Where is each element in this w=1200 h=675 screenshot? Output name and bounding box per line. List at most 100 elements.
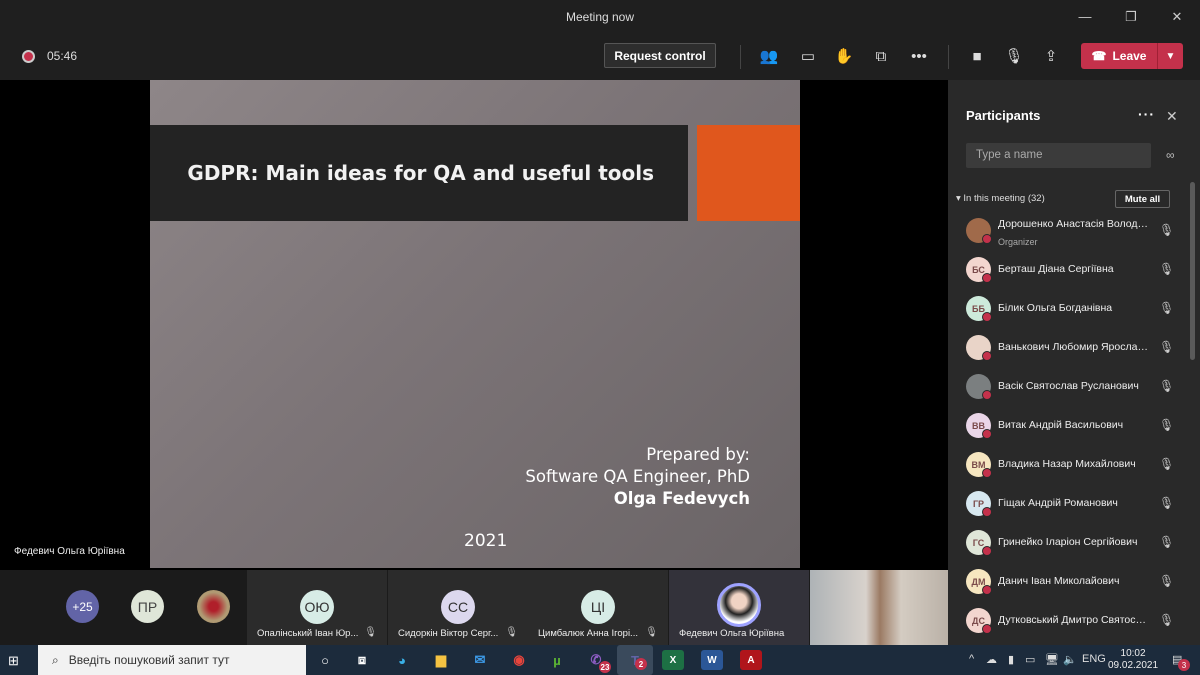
video-tile[interactable]: ЦІ Цимбалюк Анна Ігорі... 🎙 [528,570,668,645]
participant-row[interactable]: ДМ Данич Іван Миколайович 🎙 [966,566,1181,596]
participant-row[interactable]: Ванькович Любомир Ярославович 🎙 [966,332,1181,362]
share-invite-link-icon[interactable]: ∞ [1166,148,1175,162]
chrome-icon[interactable]: ◉ [508,650,530,670]
presence-busy-icon [982,507,992,517]
mail-icon[interactable]: ✉ [469,650,491,670]
edge-icon[interactable]: ◕ [391,650,413,670]
participant-row[interactable]: ВМ Владика Назар Михайлович 🎙 [966,449,1181,479]
participant-name: Сидоркін Віктор Серг... [398,628,499,639]
file-explorer-icon[interactable]: ▆ [430,650,452,670]
utorrent-icon[interactable]: µ [546,650,568,670]
video-tile-speaking[interactable]: Федевич Ольга Юріївна [669,570,809,645]
divider [740,45,741,69]
participant-row[interactable]: ВВ Витак Андрій Васильович 🎙 [966,410,1181,440]
microphone-icon[interactable]: ▮ [1008,653,1014,666]
mute-all-button[interactable]: Mute all [1115,190,1170,208]
minimize-button[interactable]: — [1062,0,1108,33]
mic-muted-icon[interactable]: 🎙 [1159,418,1174,432]
raise-hand-icon[interactable]: ✋ [833,45,855,67]
participant-row[interactable]: БС Берташ Діана Сергіївна 🎙 [966,254,1181,284]
in-meeting-section-toggle[interactable]: ▾ In this meeting (32) [956,193,1045,204]
mic-muted-icon[interactable]: 🎙 [1159,223,1174,237]
acrobat-icon[interactable]: A [740,650,762,670]
slide-author-block: Prepared by: Software QA Engineer, PhD O… [525,444,750,510]
viber-icon[interactable]: ✆ 23 [585,650,611,673]
participant-row[interactable]: ДСДутковський Дмитро Святославович🎙 [966,605,1181,635]
window-title: Meeting now [565,9,635,24]
avatar: ОЮ [300,590,334,624]
close-icon[interactable]: ✕ [1166,108,1178,125]
restore-button[interactable]: ❐ [1108,0,1154,33]
more-actions-icon[interactable]: ••• [908,45,930,67]
participant-row[interactable]: Дорошенко Анастасія Володимирівна Organiz… [966,215,1181,247]
clock[interactable]: 10:02 09.02.2021 [1108,648,1158,672]
excel-icon[interactable]: X [662,650,684,670]
time: 10:02 [1120,648,1146,659]
more-options-icon[interactable]: ··· [1138,106,1155,122]
taskbar-search-input[interactable]: ⌕ Введіть пошуковий запит тут [38,645,306,675]
participant-name: Білик Ольга Богданівна [998,302,1113,314]
divider [948,45,949,69]
avatar-photo[interactable] [197,590,230,623]
participant-name: Берташ Діана Сергіївна [998,263,1114,275]
mic-muted-icon[interactable]: 🎙 [1159,574,1174,588]
mic-muted-icon[interactable]: 🎙 [1159,613,1174,627]
chat-icon[interactable]: ▭ [797,45,819,67]
mic-muted-icon[interactable]: 🎙 [1159,301,1174,315]
participant-name: Гіщак Андрій Романович [998,497,1118,509]
show-hidden-icons[interactable]: ^ [969,653,974,665]
cortana-icon[interactable]: ○ [314,650,336,670]
participant-name: Цимбалюк Анна Ігорі... [538,628,638,639]
teams-icon[interactable]: T2 [617,645,653,675]
chevron-down-icon[interactable]: ▼ [1157,43,1183,69]
leave-button[interactable]: ☎ Leave ▼ [1081,43,1183,69]
phone-icon: ☎ [1091,49,1107,63]
notifications-icon[interactable]: ▤ 3 [1172,653,1190,671]
participant-row[interactable]: ББ Білик Ольга Богданівна 🎙 [966,293,1181,323]
word-icon[interactable]: W [701,650,723,670]
more-participants-button[interactable]: +25 [66,590,99,623]
mic-muted-icon: 🎙 [645,627,658,638]
participant-name: Данич Іван Миколайович [998,575,1120,587]
search-icon: ⌕ [52,652,59,667]
participant-role: Organizer [998,237,1038,247]
mic-muted-icon[interactable]: 🎙 [1159,262,1174,276]
close-window-button[interactable]: ✕ [1154,0,1200,33]
scrollbar[interactable] [1190,182,1195,360]
volume-icon[interactable]: 🔈 [1063,653,1077,666]
search-placeholder: Введіть пошуковий запит тут [68,653,230,667]
video-tile[interactable]: ОЮ Опалінський Іван Юр... 🎙 [247,570,387,645]
camera-icon[interactable]: ■ [966,45,988,67]
share-screen-icon[interactable]: ⇪ [1040,45,1062,67]
participant-row[interactable]: ГР Гіщак Андрій Романович 🎙 [966,488,1181,518]
mic-muted-icon[interactable]: 🎙 [1003,45,1025,67]
mic-muted-icon[interactable]: 🎙 [1159,457,1174,471]
mic-muted-icon[interactable]: 🎙 [1159,379,1174,393]
rooms-icon[interactable]: ⧉ [870,45,892,67]
mic-muted-icon[interactable]: 🎙 [1159,535,1174,549]
avatar[interactable]: ПР [131,590,164,623]
video-tile[interactable]: СС Сидоркін Віктор Серг... 🎙 [388,570,528,645]
task-view-icon[interactable]: ⧈ [351,650,373,670]
mic-muted-icon[interactable]: 🎙 [1159,340,1174,354]
participant-row[interactable]: Васік Святослав Русланович 🎙 [966,371,1181,401]
participant-search-input[interactable]: Type a name [966,143,1151,168]
network-icon[interactable]: 🖥 [1045,653,1059,666]
presence-busy-icon [982,624,992,634]
participants-icon[interactable]: 👥 [758,45,780,67]
presence-busy-icon [982,351,992,361]
request-control-button[interactable]: Request control [604,43,716,68]
windows-taskbar: ⊞ ⌕ Введіть пошуковий запит тут ○ ⧈ ◕ ▆ ✉… [0,645,1200,675]
slide-year: 2021 [464,531,508,551]
avatar: ЦІ [581,590,615,624]
onedrive-icon[interactable]: ☁ [986,653,997,666]
mic-muted-icon[interactable]: 🎙 [1159,496,1174,510]
meeting-toolbar: 05:46 Request control 👥 ▭ ✋ ⧉ ••• ■ 🎙 ⇪ … [0,33,1200,80]
windows-start-icon[interactable]: ⊞ [8,653,19,669]
presence-busy-icon [982,390,992,400]
battery-icon[interactable]: ▭ [1025,653,1035,666]
presence-busy-icon [982,546,992,556]
language-indicator[interactable]: ENG [1082,653,1106,665]
recording-icon [22,50,35,63]
participant-row[interactable]: ГС Гринейко Іларіон Сергійович 🎙 [966,527,1181,557]
